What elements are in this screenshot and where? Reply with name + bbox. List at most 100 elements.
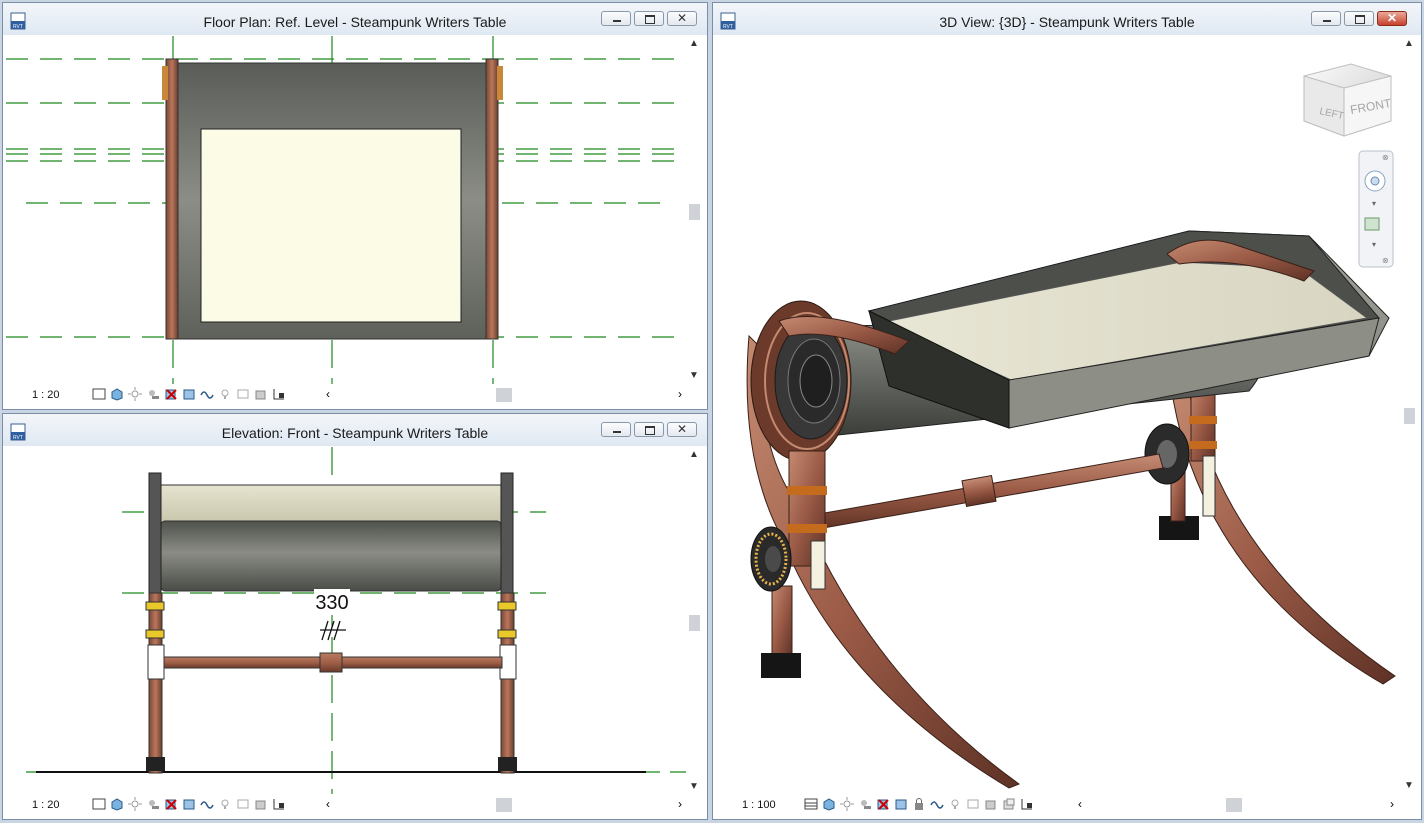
analysis-icon[interactable] bbox=[236, 387, 250, 401]
scroll-thumb[interactable] bbox=[689, 615, 700, 631]
spiral-ring-4 bbox=[799, 354, 833, 408]
sun-path-icon[interactable] bbox=[128, 797, 142, 811]
maximize-button[interactable] bbox=[634, 422, 664, 437]
lock-3d-icon[interactable] bbox=[912, 797, 926, 811]
left-gauge-plan bbox=[162, 66, 168, 100]
shadows-icon[interactable] bbox=[858, 797, 872, 811]
view3d-canvas[interactable]: LEFT FRONT ⊗ ▾ ▾ ⊗ bbox=[719, 36, 1401, 793]
scroll-down-icon[interactable]: ▼ bbox=[689, 781, 699, 792]
analysis-icon[interactable] bbox=[236, 797, 250, 811]
view-scale[interactable]: 1 : 20 bbox=[32, 799, 60, 811]
crop-view-icon[interactable] bbox=[876, 797, 890, 811]
sun-path-icon[interactable] bbox=[128, 387, 142, 401]
scroll-up-icon[interactable]: ▲ bbox=[1404, 38, 1414, 49]
maximize-button[interactable] bbox=[1344, 11, 1374, 26]
front-left-foot bbox=[761, 653, 801, 678]
scroll-left-icon[interactable]: ‹ bbox=[326, 797, 330, 811]
crop-view-icon[interactable] bbox=[164, 797, 178, 811]
temp-hide-icon[interactable] bbox=[200, 797, 214, 811]
elevation-canvas[interactable]: 330 bbox=[6, 447, 686, 794]
floor-plan-window[interactable]: RVT Floor Plan: Ref. Level - Steampunk W… bbox=[2, 2, 708, 410]
elevation-window[interactable]: RVT Elevation: Front - Steampunk Writers… bbox=[2, 413, 708, 820]
detail-level-icon[interactable] bbox=[92, 387, 106, 401]
reveal-hidden-icon[interactable] bbox=[218, 797, 232, 811]
scroll-down-icon[interactable]: ▼ bbox=[1404, 780, 1414, 791]
hscroll-thumb[interactable] bbox=[1226, 798, 1242, 812]
shadows-icon[interactable] bbox=[146, 387, 160, 401]
lock-3d-icon[interactable] bbox=[272, 387, 286, 401]
hscroll-thumb[interactable] bbox=[496, 798, 512, 812]
temp-hide-icon[interactable] bbox=[200, 387, 214, 401]
reveal-hidden-icon[interactable] bbox=[218, 387, 232, 401]
minimize-button[interactable] bbox=[1311, 11, 1341, 26]
navigation-bar[interactable]: ⊗ ▾ ▾ ⊗ bbox=[1358, 150, 1394, 268]
scroll-left-icon[interactable]: ‹ bbox=[1078, 797, 1082, 811]
back-right-gauge bbox=[1202, 455, 1216, 517]
left-leg-elevation bbox=[148, 592, 163, 774]
scroll-right-icon[interactable]: › bbox=[1390, 797, 1394, 811]
worksharing-icon[interactable] bbox=[1020, 797, 1034, 811]
view-scale[interactable]: 1 : 20 bbox=[32, 389, 60, 401]
elevation-vscroll[interactable]: ▲ ▼ bbox=[686, 447, 702, 794]
close-button[interactable]: ✕ bbox=[1377, 11, 1407, 26]
crop-view-icon[interactable] bbox=[164, 387, 178, 401]
elevation-view-control-bar: 1 : 20 ‹ › bbox=[6, 794, 704, 816]
detail-level-icon[interactable] bbox=[804, 797, 818, 811]
right-leg-elevation bbox=[500, 592, 515, 774]
detail-level-icon[interactable] bbox=[92, 797, 106, 811]
scroll-up-icon[interactable]: ▲ bbox=[689, 38, 699, 49]
scroll-up-icon[interactable]: ▲ bbox=[689, 449, 699, 460]
view3d-hscroll[interactable]: ‹ › bbox=[1078, 797, 1394, 812]
dimension-label[interactable]: 330 bbox=[315, 592, 348, 614]
visual-style-icon[interactable] bbox=[110, 797, 124, 811]
highlight-displacement-icon[interactable] bbox=[984, 797, 998, 811]
highlight-displacement-icon[interactable] bbox=[254, 797, 268, 811]
floor-plan-titlebar[interactable]: RVT Floor Plan: Ref. Level - Steampunk W… bbox=[3, 3, 707, 35]
view3d-titlebar[interactable]: RVT 3D View: {3D} - Steampunk Writers Ta… bbox=[713, 3, 1421, 35]
close-button[interactable]: ✕ bbox=[667, 11, 697, 26]
viewcube[interactable]: LEFT FRONT bbox=[1303, 63, 1393, 137]
back-right-band bbox=[1189, 416, 1217, 424]
visual-style-icon[interactable] bbox=[822, 797, 836, 811]
svg-text:⊗: ⊗ bbox=[1382, 153, 1389, 162]
sun-path-icon[interactable] bbox=[840, 797, 854, 811]
scroll-down-icon[interactable]: ▼ bbox=[689, 370, 699, 381]
floor-plan-canvas[interactable] bbox=[6, 36, 686, 384]
show-crop-icon[interactable] bbox=[182, 387, 196, 401]
right-clamp bbox=[497, 601, 517, 611]
scroll-right-icon[interactable]: › bbox=[678, 797, 682, 811]
scroll-thumb[interactable] bbox=[1404, 408, 1415, 424]
scroll-right-icon[interactable]: › bbox=[678, 387, 682, 401]
svg-text:▾: ▾ bbox=[1372, 199, 1376, 208]
left-clamp-2 bbox=[145, 629, 165, 639]
floor-plan-view-control-bar: 1 : 20 ‹ › bbox=[6, 384, 704, 406]
svg-text:▾: ▾ bbox=[1372, 240, 1376, 249]
visual-style-icon[interactable] bbox=[110, 387, 124, 401]
view3d-window[interactable]: RVT 3D View: {3D} - Steampunk Writers Ta… bbox=[712, 2, 1422, 820]
front-left-band-2 bbox=[787, 524, 827, 533]
show-crop-icon[interactable] bbox=[182, 797, 196, 811]
elevation-hscroll[interactable]: ‹ › bbox=[326, 797, 682, 812]
highlight-displacement-icon[interactable] bbox=[254, 387, 268, 401]
shadows-icon[interactable] bbox=[146, 797, 160, 811]
analysis-icon[interactable] bbox=[966, 797, 980, 811]
reveal-hidden-icon[interactable] bbox=[948, 797, 962, 811]
render-icon[interactable] bbox=[1002, 797, 1016, 811]
floor-plan-vscroll[interactable]: ▲ ▼ bbox=[686, 36, 702, 384]
minimize-button[interactable] bbox=[601, 422, 631, 437]
maximize-button[interactable] bbox=[634, 11, 664, 26]
lock-3d-icon[interactable] bbox=[272, 797, 286, 811]
hscroll-thumb[interactable] bbox=[496, 388, 512, 402]
temp-hide-icon[interactable] bbox=[930, 797, 944, 811]
scroll-left-icon[interactable]: ‹ bbox=[326, 387, 330, 401]
show-crop-icon[interactable] bbox=[894, 797, 908, 811]
scroll-thumb[interactable] bbox=[689, 204, 700, 220]
minimize-button[interactable] bbox=[601, 11, 631, 26]
dimension-ticks bbox=[320, 620, 346, 641]
close-button[interactable]: ✕ bbox=[667, 422, 697, 437]
elevation-titlebar[interactable]: RVT Elevation: Front - Steampunk Writers… bbox=[3, 414, 707, 446]
view3d-vscroll[interactable]: ▲ ▼ bbox=[1401, 36, 1417, 793]
close-icon: ✕ bbox=[676, 422, 688, 436]
view-scale[interactable]: 1 : 100 bbox=[742, 799, 776, 811]
floor-plan-hscroll[interactable]: ‹ › bbox=[326, 387, 682, 402]
